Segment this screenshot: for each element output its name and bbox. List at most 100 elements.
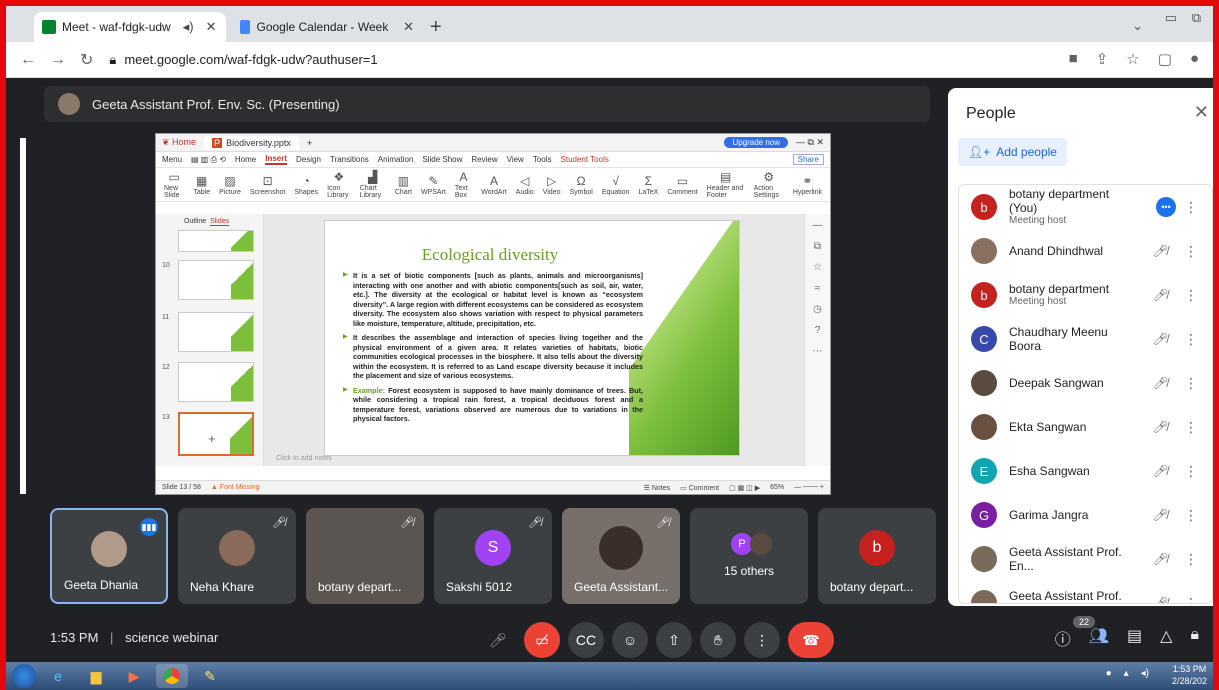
volume-icon[interactable]: ◂)	[1141, 668, 1149, 679]
more-vert-icon[interactable]: ⋮	[1184, 243, 1198, 260]
stage-edge	[20, 138, 26, 494]
reload-icon[interactable]: ↻	[80, 50, 93, 70]
participant-row[interactable]: Geeta Assistant Prof. En... 🎤︎̸ ⋮	[959, 581, 1212, 604]
more-vert-icon[interactable]: ⋮	[1184, 419, 1198, 436]
leave-call-button[interactable]: ☎	[788, 622, 834, 658]
participant-row[interactable]: G Garima Jangra 🎤︎̸ ⋮	[959, 493, 1212, 537]
url-field[interactable]: 🔒︎ meet.google.com/waf-fdgk-udw?authuser…	[109, 52, 377, 68]
more-vert-icon[interactable]: ⋮	[1184, 199, 1198, 216]
tab-meet[interactable]: Meet - waf-fdgk-udw ◂) ✕	[34, 12, 226, 42]
forward-icon[interactable]: →	[50, 51, 66, 69]
participant-tile[interactable]: ▮▮▮ Geeta Dhania	[50, 508, 168, 604]
taskbar-clock[interactable]: 1:53 PM 2/28/202	[1172, 664, 1207, 687]
back-icon[interactable]: ←	[20, 51, 36, 69]
new-tab-icon[interactable]: +	[430, 16, 442, 39]
network-icon[interactable]: ●	[1106, 668, 1112, 679]
slide-thumbnail-selected	[178, 412, 254, 456]
avatar: C	[971, 326, 997, 352]
minimize-icon[interactable]: ▭	[1165, 10, 1177, 26]
wps-file-tab: P Biodiversity.pptx	[204, 135, 299, 150]
slide-bullet: It is a set of biotic components [such a…	[343, 271, 643, 328]
media-player-icon[interactable]: ▶	[118, 664, 150, 688]
more-vert-icon[interactable]: ⋮	[1184, 507, 1198, 524]
tile-name: Geeta Assistant...	[574, 580, 669, 594]
file-explorer-icon[interactable]: ▆	[80, 664, 112, 688]
more-vert-icon[interactable]: ⋮	[1184, 375, 1198, 392]
mic-off-icon: 🎤︎̸	[1152, 464, 1168, 478]
close-tab-icon[interactable]: ✕	[206, 19, 217, 35]
presenter-label: Geeta Assistant Prof. Env. Sc. (Presenti…	[92, 96, 340, 112]
browser-tabbar: Meet - waf-fdgk-udw ◂) ✕ Google Calendar…	[6, 6, 1213, 42]
more-vert-icon[interactable]: ⋮	[1184, 463, 1198, 480]
present-button[interactable]: ⇧	[656, 622, 692, 658]
info-icon[interactable]: ⓘ	[1055, 626, 1071, 650]
avatar	[91, 530, 127, 567]
slide-thumbnails: Outline Slides 10 11 12 13 +	[156, 214, 264, 466]
close-tab-icon[interactable]: ✕	[403, 19, 414, 35]
participant-tile[interactable]: S 🎤︎̸ Sakshi 5012	[434, 508, 552, 604]
camera-icon[interactable]: ■	[1069, 50, 1078, 68]
more-options-button[interactable]: ⋮	[744, 622, 780, 658]
avatar	[971, 370, 997, 396]
mic-off-icon: 🎤︎̸	[1152, 508, 1168, 522]
upgrade-pill: Upgrade now	[724, 137, 789, 148]
audio-icon[interactable]: ◂)	[183, 19, 194, 35]
tab-calendar[interactable]: Google Calendar - Week of Febru ✕	[232, 12, 422, 42]
activities-icon[interactable]: △	[1160, 626, 1172, 650]
participant-row[interactable]: b botany department (You) Meeting host ••…	[959, 185, 1212, 229]
wps-menu: Menu ▤ ▥ ⎙ ⟲ Home Insert Design Transiti…	[156, 152, 830, 168]
tray-expand-icon[interactable]: ▴	[1124, 668, 1129, 679]
camera-off-button[interactable]: ▭̸	[524, 622, 560, 658]
participant-row[interactable]: Deepak Sangwan 🎤︎̸ ⋮	[959, 361, 1212, 405]
restore-icon[interactable]: ⧉	[1192, 10, 1201, 26]
mic-off-icon: 🎤︎̸	[400, 517, 414, 529]
add-people-button[interactable]: 👤︎+ Add people	[958, 138, 1067, 166]
slide-thumbnail	[178, 230, 254, 252]
notes-hint: Click to add notes	[276, 455, 332, 462]
tab-title: Google Calendar - Week of Febru	[256, 20, 391, 34]
address-bar: ← → ↻ 🔒︎ meet.google.com/waf-fdgk-udw?au…	[6, 42, 1213, 78]
participant-row[interactable]: Geeta Assistant Prof. En... 🎤︎̸ ⋮	[959, 537, 1212, 581]
participant-row[interactable]: b botany department Meeting host 🎤︎̸ ⋮	[959, 273, 1212, 317]
participant-tile[interactable]: 🎤︎̸ Neha Khare	[178, 508, 296, 604]
avatar	[219, 530, 255, 567]
participant-tile[interactable]: 🎤︎̸ Geeta Assistant...	[562, 508, 680, 604]
participant-row[interactable]: C Chaudhary Meenu Boora 🎤︎̸ ⋮	[959, 317, 1212, 361]
hangup-icon: ☎	[802, 631, 820, 648]
add-person-icon: 👤︎+	[968, 145, 991, 159]
people-icon[interactable]: 👥︎	[1089, 626, 1109, 650]
wps-status-bar: Slide 13 / 58 ▲ Font Missing ☰ Notes ▭ C…	[156, 480, 830, 494]
close-icon[interactable]: ✕	[1194, 102, 1209, 123]
tab-search-icon[interactable]: ⌄	[1132, 18, 1143, 34]
more-vert-icon[interactable]: ⋮	[1184, 331, 1198, 348]
meet-favicon-icon	[42, 20, 56, 34]
paint-icon[interactable]: ✎	[194, 664, 226, 688]
participant-tile-others[interactable]: P 15 others	[690, 508, 808, 604]
host-controls-icon[interactable]: 🔒︎	[1190, 626, 1199, 650]
participant-row[interactable]: Ekta Sangwan 🎤︎̸ ⋮	[959, 405, 1212, 449]
participant-row[interactable]: E Esha Sangwan 🎤︎̸ ⋮	[959, 449, 1212, 493]
chrome-icon[interactable]	[156, 664, 188, 688]
avatar: b	[971, 282, 997, 308]
more-vert-icon[interactable]: ⋮	[1184, 595, 1198, 604]
more-vert-icon[interactable]: ⋮	[1184, 551, 1198, 568]
mic-button[interactable]: 🎤︎	[480, 622, 516, 658]
raise-hand-button[interactable]: ✋︎	[700, 622, 736, 658]
start-button-icon[interactable]	[12, 664, 36, 688]
share-icon[interactable]: ⇪	[1096, 50, 1109, 68]
side-panel-icon[interactable]: ▢	[1158, 50, 1172, 68]
participant-row[interactable]: Anand Dhindhwal 🎤︎̸ ⋮	[959, 229, 1212, 273]
lock-icon: 🔒︎	[109, 51, 117, 67]
participant-tile[interactable]: 🎤︎̸ botany depart...	[306, 508, 424, 604]
slide-thumbnail	[178, 260, 254, 300]
participant-tile[interactable]: b botany depart...	[818, 508, 936, 604]
bookmark-star-icon[interactable]: ☆	[1126, 50, 1139, 68]
mic-off-icon: 🎤︎̸	[1152, 552, 1168, 566]
captions-button[interactable]: CC	[568, 622, 604, 658]
emoji-button[interactable]: ☺	[612, 622, 648, 658]
profile-icon[interactable]: ●	[1190, 50, 1199, 68]
chat-icon[interactable]: ▤	[1127, 626, 1142, 650]
wps-body: Outline Slides 10 11 12 13 + Ecological …	[156, 214, 830, 466]
more-vert-icon[interactable]: ⋮	[1184, 287, 1198, 304]
internet-explorer-icon[interactable]: e	[42, 664, 74, 688]
